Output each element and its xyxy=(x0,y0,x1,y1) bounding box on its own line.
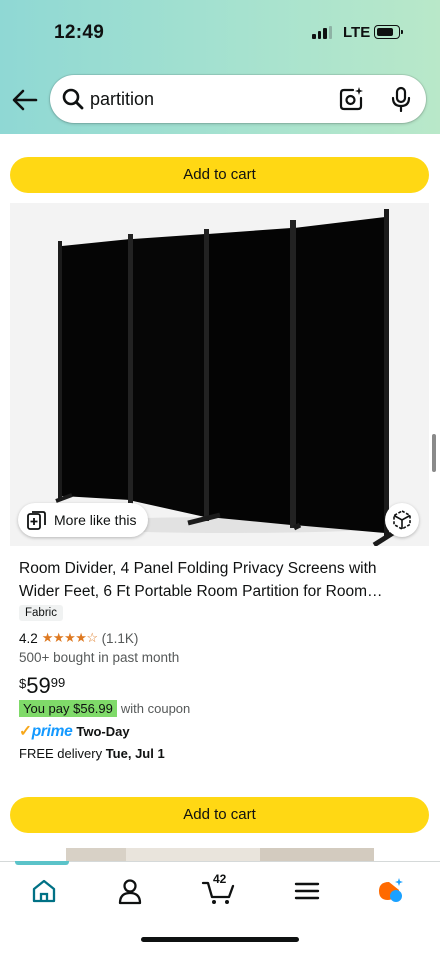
coupon-note: with coupon xyxy=(120,701,191,716)
delivery-info: FREE delivery Tue, Jul 1 xyxy=(19,746,165,761)
coupon-row: You pay $56.99 with coupon xyxy=(19,700,190,717)
stars-full: ★★★★ xyxy=(41,630,87,645)
prime-row: ✓prime Two-Day xyxy=(19,722,130,741)
scrollbar[interactable] xyxy=(432,434,436,472)
price-whole: 59 xyxy=(26,673,51,698)
rating-value: 4.2 xyxy=(19,630,38,646)
price-currency: $ xyxy=(19,676,27,691)
view-in-3d-button[interactable] xyxy=(385,503,419,537)
status-time: 12:49 xyxy=(54,22,105,43)
add-to-cart-button[interactable]: Add to cart xyxy=(10,797,429,833)
home-icon[interactable] xyxy=(15,861,69,906)
search-bar[interactable] xyxy=(50,75,426,123)
back-arrow-icon[interactable] xyxy=(12,88,38,112)
room-divider-photo xyxy=(10,203,429,546)
signal-icon xyxy=(312,26,332,39)
price: $ 59 99 xyxy=(19,673,65,699)
search-input[interactable] xyxy=(90,85,330,113)
product-image[interactable]: More like this xyxy=(10,203,429,546)
prime-check-icon: ✓ xyxy=(19,723,32,740)
stars-empty: ☆ xyxy=(86,630,98,645)
product-title-line-1: Room Divider, 4 Panel Folding Privacy Sc… xyxy=(19,560,377,577)
more-like-this-button[interactable]: More like this xyxy=(18,503,149,537)
network-label: LTE xyxy=(343,24,371,41)
review-count: (1.1K) xyxy=(101,630,139,646)
more-like-this-label: More like this xyxy=(54,512,137,528)
bought-count: 500+ bought in past month xyxy=(19,650,180,665)
delivery-prefix: FREE delivery xyxy=(19,746,103,761)
product-title[interactable]: Room Divider, 4 Panel Folding Privacy Sc… xyxy=(19,557,419,603)
camera-icon[interactable] xyxy=(338,86,364,112)
rufus-icon[interactable] xyxy=(375,876,405,906)
cart-tab[interactable]: 42 xyxy=(201,872,237,906)
prime-speed: Two-Day xyxy=(76,724,130,739)
product-title-line-2: Wider Feet, 6 Ft Portable Room Partition… xyxy=(19,583,383,600)
search-icon xyxy=(62,88,84,110)
delivery-date: Tue, Jul 1 xyxy=(105,746,165,761)
battery-icon xyxy=(374,25,403,39)
menu-icon[interactable] xyxy=(292,876,322,906)
rating-row[interactable]: 4.2 ★★★★☆ (1.1K) xyxy=(19,630,138,646)
account-icon[interactable] xyxy=(115,876,145,906)
star-rating-icon: ★★★★☆ xyxy=(42,630,98,646)
prime-logo: ✓prime xyxy=(19,722,73,741)
header: 12:49 LTE xyxy=(0,0,440,134)
home-indicator xyxy=(141,937,299,942)
material-badge: Fabric xyxy=(19,605,63,621)
coupon-badge: You pay $56.99 xyxy=(19,700,117,717)
add-to-cart-button-previous[interactable]: Add to cart xyxy=(10,157,429,193)
price-fraction: 99 xyxy=(50,675,66,690)
prime-label: prime xyxy=(31,723,73,740)
active-tab-indicator xyxy=(15,861,69,865)
cart-count: 42 xyxy=(213,872,227,886)
3d-cube-icon xyxy=(393,510,411,530)
product-card[interactable]: More like this Room Divider, 4 Panel Fol… xyxy=(10,203,429,783)
microphone-icon[interactable] xyxy=(390,86,412,112)
more-like-this-icon xyxy=(27,511,46,530)
